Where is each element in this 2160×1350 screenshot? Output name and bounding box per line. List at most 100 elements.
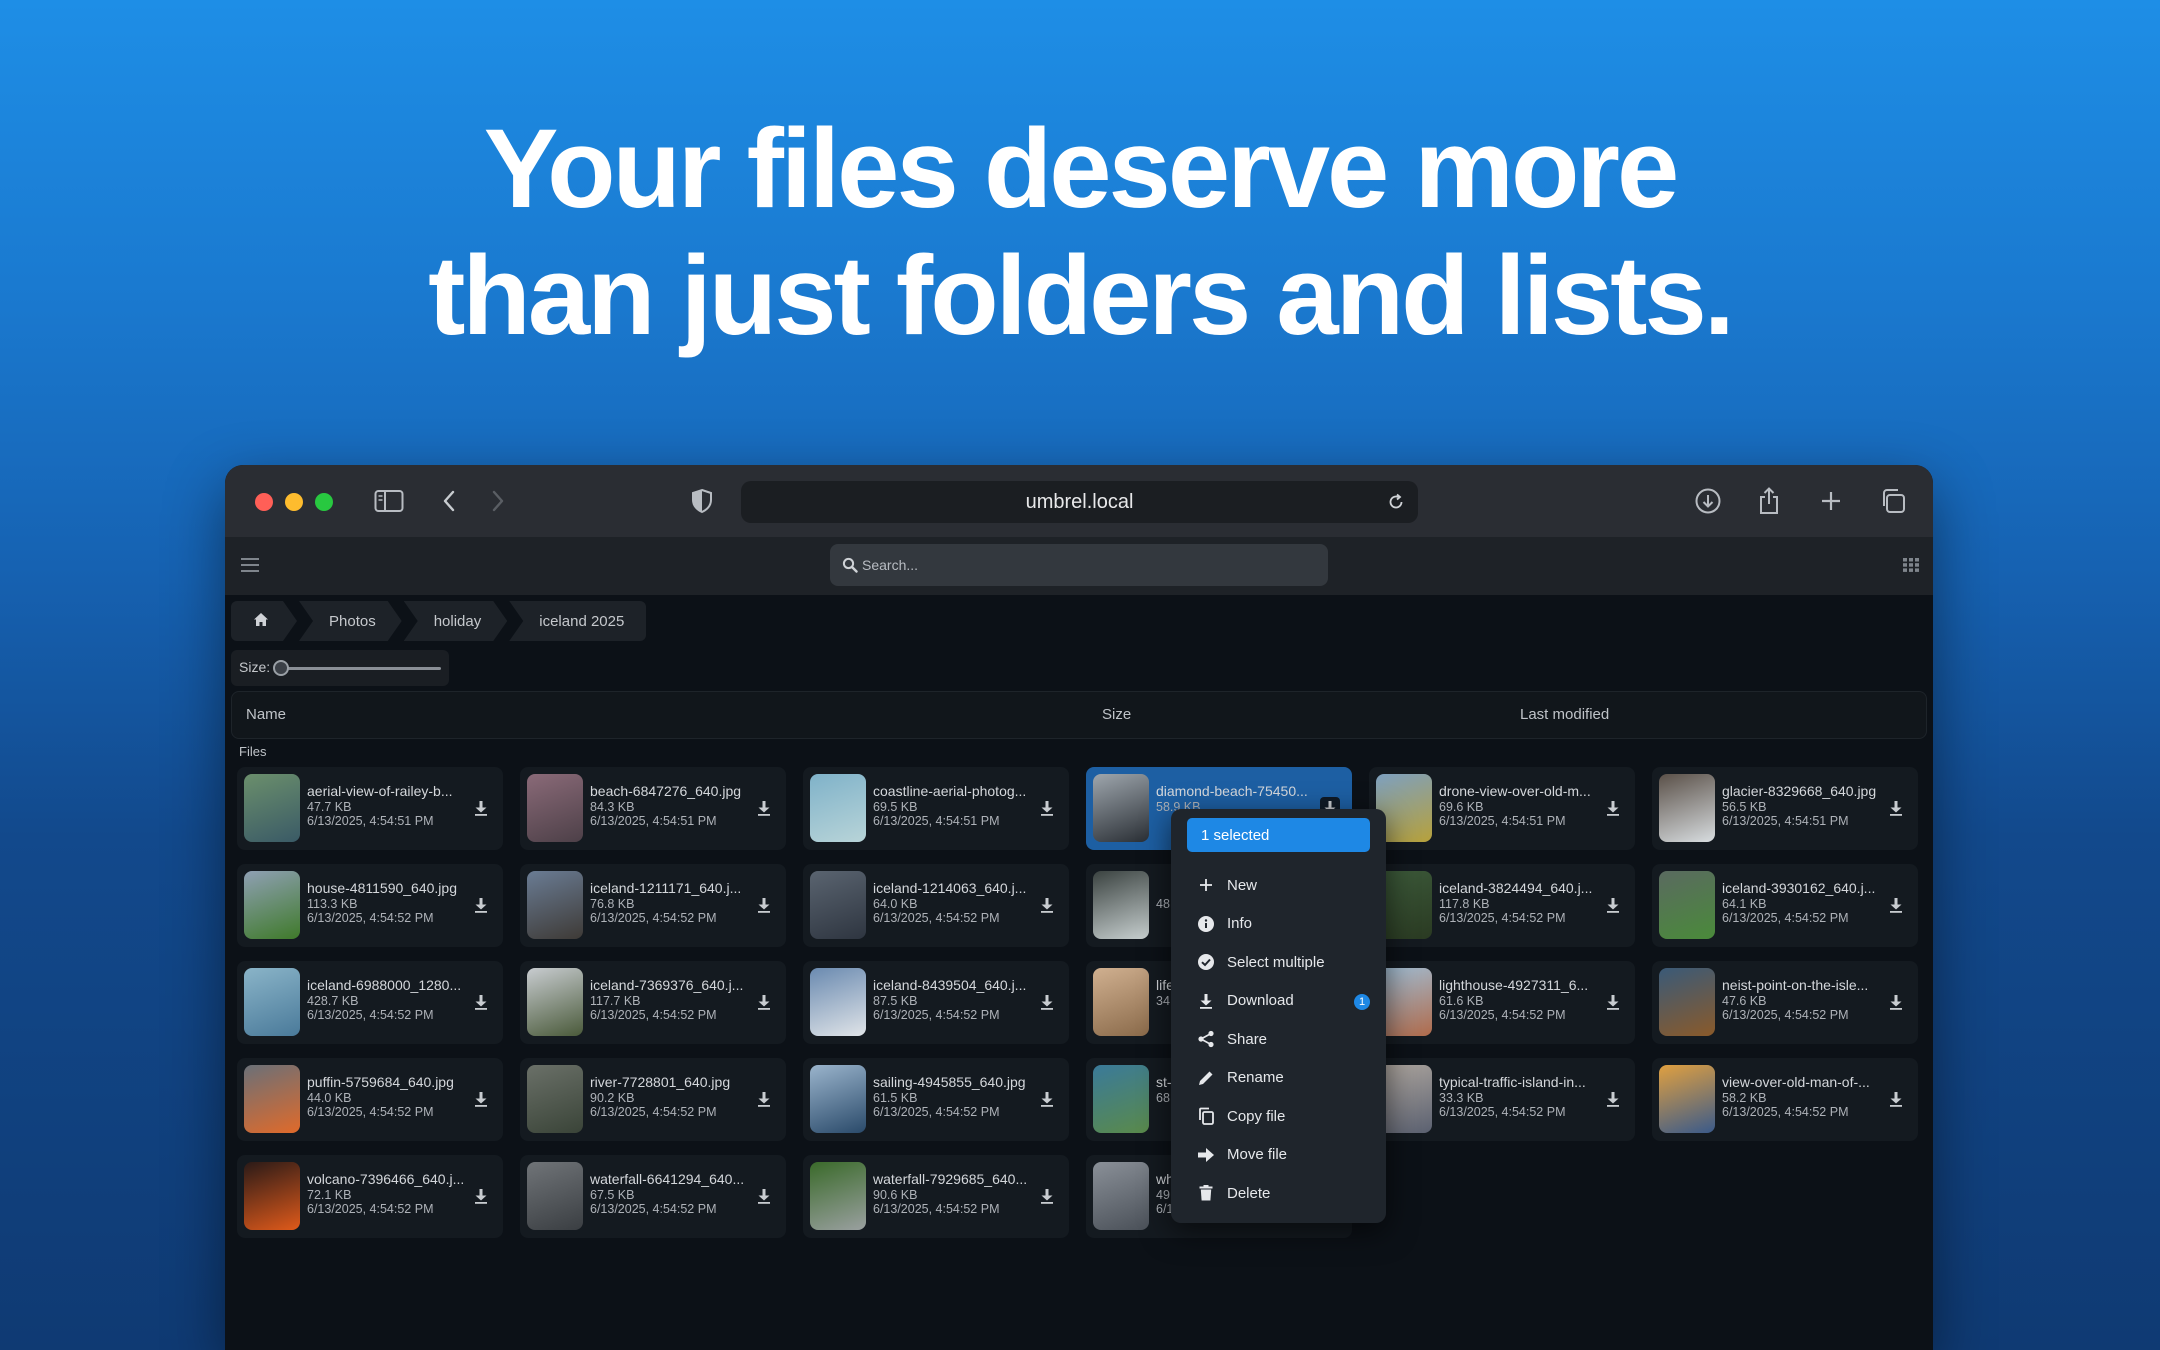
download-icon[interactable]	[1886, 894, 1906, 916]
file-tile[interactable]: lighthouse-4927311_6... 61.6 KB 6/13/2025,…	[1369, 961, 1635, 1044]
file-size: 69.6 KB	[1439, 800, 1484, 814]
menu-item-select-multiple[interactable]: Select multiple	[1171, 943, 1386, 981]
tab-overview-icon[interactable]	[1875, 483, 1911, 519]
headline: Your files deserve more than just folder…	[0, 105, 2160, 359]
file-date: 6/13/2025, 4:54:51 PM	[307, 814, 434, 828]
file-tile[interactable]: waterfall-6641294_640... 67.5 KB 6/13/2025…	[520, 1155, 786, 1238]
file-tile[interactable]: iceland-3824494_640.j... 117.8 KB 6/13/202…	[1369, 864, 1635, 947]
download-icon[interactable]	[1603, 894, 1623, 916]
size-slider-handle[interactable]	[273, 660, 289, 676]
column-size[interactable]: Size	[1102, 706, 1131, 723]
menu-item-label: Delete	[1227, 1184, 1271, 1202]
download-icon[interactable]	[1037, 1088, 1057, 1110]
column-name[interactable]: Name	[246, 706, 286, 723]
menu-item-new[interactable]: New	[1171, 866, 1386, 904]
download-icon[interactable]	[1603, 1088, 1623, 1110]
menu-item-label: Download	[1227, 992, 1294, 1009]
close-window-button[interactable]	[255, 493, 273, 511]
download-icon[interactable]	[1037, 894, 1057, 916]
download-icon[interactable]	[1037, 991, 1057, 1013]
file-tile[interactable]: waterfall-7929685_640... 90.6 KB 6/13/2025…	[803, 1155, 1069, 1238]
download-icon[interactable]	[754, 991, 774, 1013]
download-icon[interactable]	[471, 894, 491, 916]
download-icon[interactable]	[1886, 1088, 1906, 1110]
check-circle-icon	[1195, 951, 1217, 973]
download-icon[interactable]	[1603, 991, 1623, 1013]
file-tile[interactable]: iceland-8439504_640.j... 87.5 KB 6/13/2025…	[803, 961, 1069, 1044]
file-size: 47.6 KB	[1722, 994, 1767, 1008]
file-tile[interactable]: beach-6847276_640.jpg 84.3 KB 6/13/2025, 4…	[520, 767, 786, 850]
file-tile[interactable]: glacier-8329668_640.jpg 56.5 KB 6/13/2025,…	[1652, 767, 1918, 850]
download-icon[interactable]	[471, 1088, 491, 1110]
menu-item-info[interactable]: Info	[1171, 905, 1386, 943]
menu-hamburger-icon[interactable]	[241, 557, 259, 578]
download-icon[interactable]	[754, 1088, 774, 1110]
forward-chevron-icon[interactable]	[480, 483, 516, 519]
file-tile[interactable]: iceland-7369376_640.j... 117.7 KB 6/13/202…	[520, 961, 786, 1044]
download-icon[interactable]	[1037, 797, 1057, 819]
reload-icon[interactable]	[1382, 488, 1410, 516]
download-icon[interactable]	[1037, 1185, 1057, 1207]
downloads-icon[interactable]	[1690, 483, 1726, 519]
download-icon[interactable]	[1886, 991, 1906, 1013]
zoom-window-button[interactable]	[315, 493, 333, 511]
file-tile[interactable]: aerial-view-of-railey-b... 47.7 KB 6/13/20…	[237, 767, 503, 850]
download-icon[interactable]	[471, 1185, 491, 1207]
breadcrumb-home[interactable]	[231, 601, 297, 641]
menu-item-download[interactable]: Download 1	[1171, 982, 1386, 1020]
download-icon[interactable]	[1886, 797, 1906, 819]
menu-item-delete[interactable]: Delete	[1171, 1174, 1386, 1212]
file-tile[interactable]: neist-point-on-the-isle... 47.6 KB 6/13/20…	[1652, 961, 1918, 1044]
info-icon	[1195, 913, 1217, 935]
menu-item-share[interactable]: Share	[1171, 1020, 1386, 1058]
download-icon[interactable]	[471, 991, 491, 1013]
sidebar-toggle-icon[interactable]	[371, 483, 407, 519]
download-icon[interactable]	[754, 1185, 774, 1207]
file-tile[interactable]: iceland-6988000_1280... 428.7 KB 6/13/2025…	[237, 961, 503, 1044]
breadcrumb-iceland-2025[interactable]: iceland 2025	[509, 601, 647, 641]
file-name: typical-traffic-island-in...	[1439, 1074, 1586, 1090]
search-input[interactable]: Search...	[830, 544, 1328, 586]
download-icon[interactable]	[754, 894, 774, 916]
menu-item-move-file[interactable]: Move file	[1171, 1136, 1386, 1174]
file-tile[interactable]: sailing-4945855_640.jpg 61.5 KB 6/13/2025,…	[803, 1058, 1069, 1141]
headline-line-1: Your files deserve more	[483, 106, 1680, 231]
file-tile[interactable]: iceland-3930162_640.j... 64.1 KB 6/13/2025…	[1652, 864, 1918, 947]
file-thumbnail	[1093, 1162, 1149, 1230]
minimize-window-button[interactable]	[285, 493, 303, 511]
file-tile[interactable]: river-7728801_640.jpg 90.2 KB 6/13/2025, 4…	[520, 1058, 786, 1141]
file-tile[interactable]: typical-traffic-island-in... 33.3 KB 6/13/…	[1369, 1058, 1635, 1141]
breadcrumb-photos[interactable]: Photos	[299, 601, 402, 641]
plus-icon	[1195, 874, 1217, 896]
menu-item-copy-file[interactable]: Copy file	[1171, 1097, 1386, 1135]
share-page-icon[interactable]	[1751, 483, 1787, 519]
menu-item-label: Move file	[1227, 1146, 1288, 1163]
file-tile[interactable]: volcano-7396466_640.j... 72.1 KB 6/13/2025…	[237, 1155, 503, 1238]
file-thumbnail	[244, 774, 300, 842]
size-slider-track[interactable]	[279, 667, 441, 670]
file-tile[interactable]: house-4811590_640.jpg 113.3 KB 6/13/2025, …	[237, 864, 503, 947]
file-name: sailing-4945855_640.jpg	[873, 1074, 1026, 1090]
file-tile[interactable]: iceland-1211171_640.j... 76.8 KB 6/13/2025…	[520, 864, 786, 947]
file-name: iceland-8439504_640.j...	[873, 977, 1027, 993]
file-tile[interactable]: iceland-1214063_640.j... 64.0 KB 6/13/2025…	[803, 864, 1069, 947]
file-tile[interactable]: drone-view-over-old-m... 69.6 KB 6/13/2025…	[1369, 767, 1635, 850]
new-tab-plus-icon[interactable]	[1813, 483, 1849, 519]
back-chevron-icon[interactable]	[431, 483, 467, 519]
download-icon[interactable]	[471, 797, 491, 819]
grid-view-icon[interactable]	[1903, 558, 1919, 577]
privacy-shield-icon[interactable]	[684, 483, 720, 519]
file-name: waterfall-6641294_640...	[590, 1171, 745, 1187]
address-bar[interactable]: umbrel.local	[741, 481, 1418, 523]
arrow-right-icon	[1195, 1144, 1217, 1166]
breadcrumb-holiday[interactable]: holiday	[404, 601, 508, 641]
file-tile[interactable]: puffin-5759684_640.jpg 44.0 KB 6/13/2025, …	[237, 1058, 503, 1141]
pencil-icon	[1195, 1067, 1217, 1089]
download-icon[interactable]	[754, 797, 774, 819]
file-tile[interactable]: view-over-old-man-of-... 58.2 KB 6/13/2025…	[1652, 1058, 1918, 1141]
download-icon[interactable]	[1603, 797, 1623, 819]
file-date: 6/13/2025, 4:54:51 PM	[1439, 814, 1566, 828]
menu-item-rename[interactable]: Rename	[1171, 1059, 1386, 1097]
file-tile[interactable]: coastline-aerial-photog... 69.5 KB 6/13/20…	[803, 767, 1069, 850]
column-last-modified[interactable]: Last modified	[1520, 706, 1609, 723]
